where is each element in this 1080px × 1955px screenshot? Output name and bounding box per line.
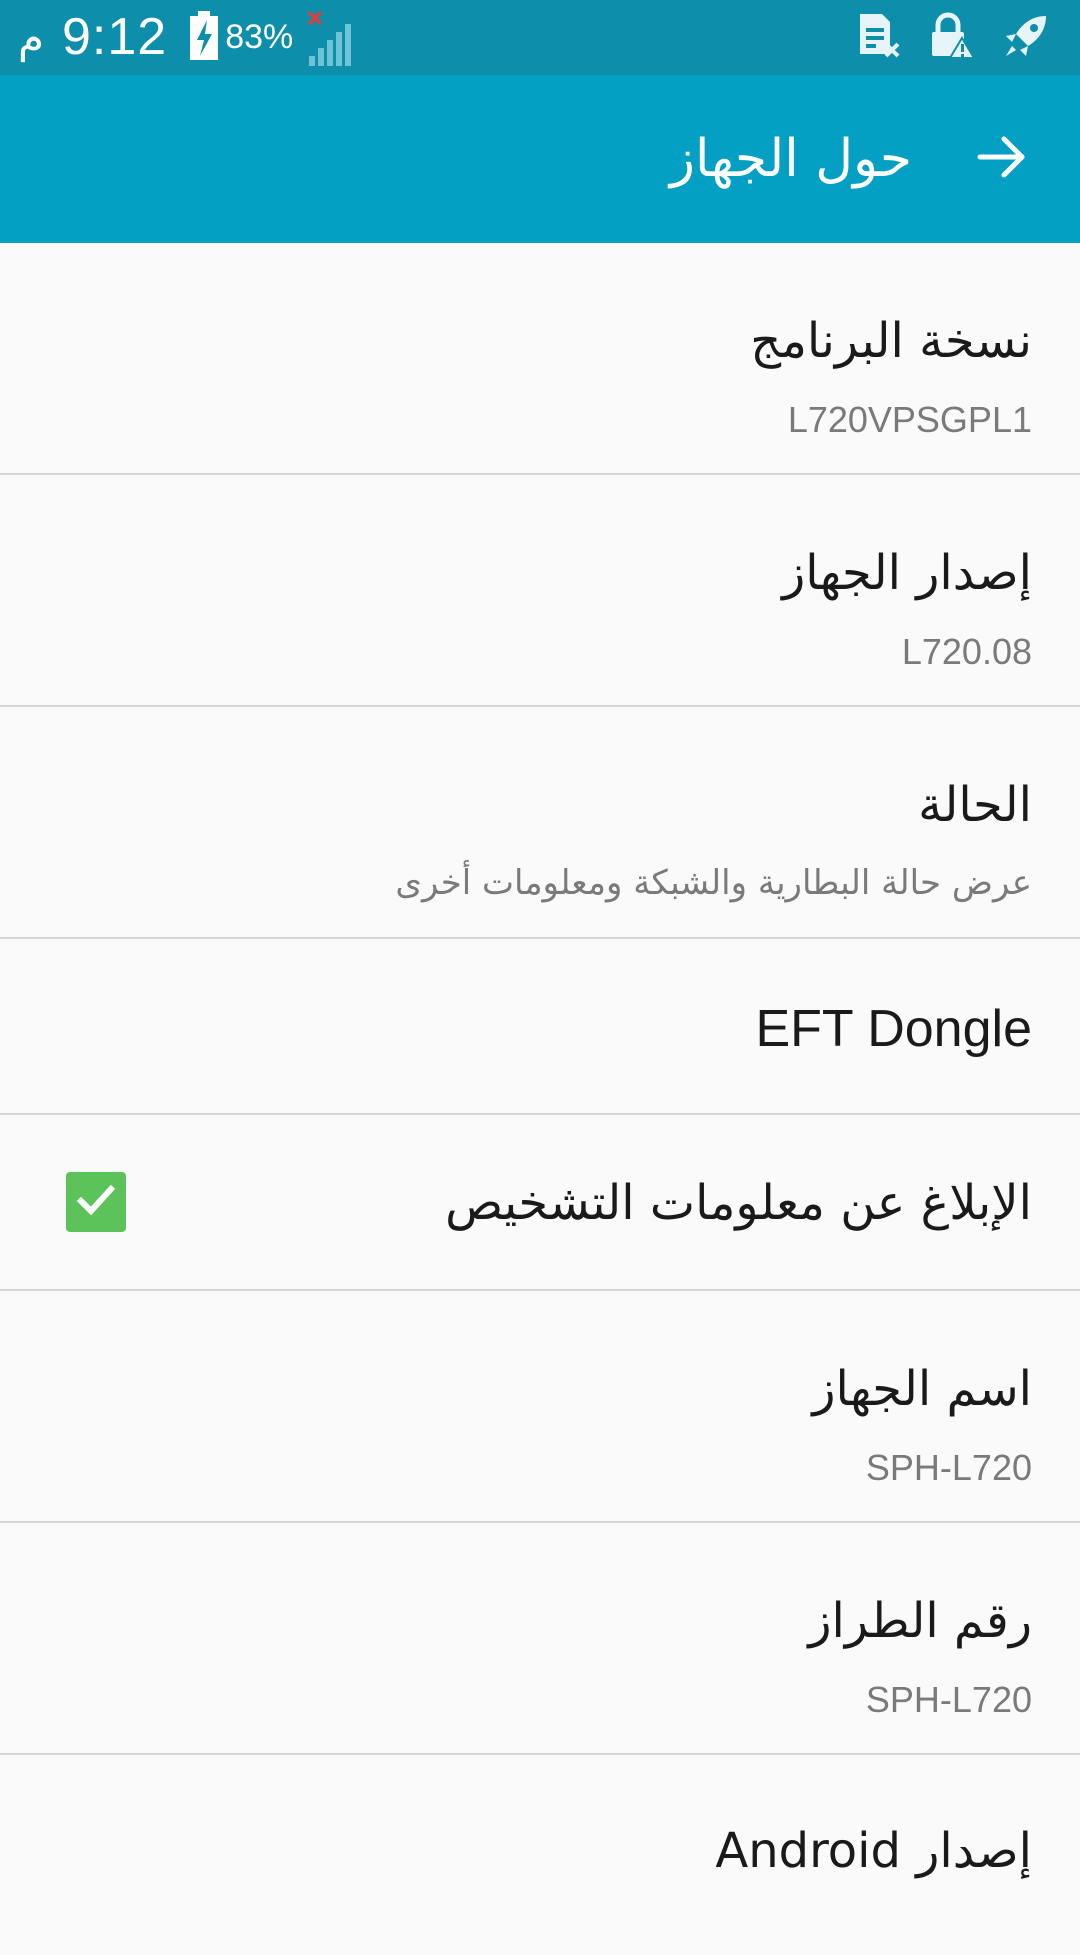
- item-subtitle: SPH-L720: [865, 1679, 1032, 1720]
- item-title: إصدار الجهاز: [782, 545, 1032, 601]
- item-title: EFT Dongle: [755, 1000, 1032, 1058]
- item-title: اسم الجهاز: [812, 1361, 1032, 1417]
- list-item-status[interactable]: الحالة عرض حالة البطارية والشبكة ومعلوما…: [0, 707, 1080, 939]
- app-bar: حول الجهاز: [0, 75, 1080, 243]
- item-subtitle: L720VPSGPL1: [787, 399, 1032, 440]
- item-title: الحالة: [918, 777, 1032, 833]
- sim-error-icon: [856, 12, 902, 64]
- lock-warning-icon: [928, 12, 976, 64]
- item-title: إصدار Android: [715, 1823, 1032, 1879]
- item-subtitle: عرض حالة البطارية والشبكة ومعلومات أخرى: [395, 863, 1032, 903]
- arrow-back-icon: [976, 131, 1028, 187]
- page-title: حول الجهاز: [669, 129, 912, 189]
- clock-ampm: م: [18, 14, 45, 61]
- item-title: الإبلاغ عن معلومات التشخيص: [445, 1175, 1032, 1231]
- back-button[interactable]: [972, 129, 1032, 189]
- list-item-eft-dongle[interactable]: EFT Dongle: [0, 939, 1080, 1115]
- signal-no-service-icon: [307, 8, 359, 68]
- battery-percent: 83%: [225, 18, 294, 56]
- rocket-icon: [1002, 12, 1050, 64]
- diagnostic-checkbox[interactable]: [66, 1172, 126, 1232]
- list-item-model-number[interactable]: رقم الطراز SPH-L720: [0, 1523, 1080, 1755]
- status-right-group: [856, 0, 1050, 75]
- list-item-hardware-version[interactable]: إصدار الجهاز L720.08: [0, 475, 1080, 707]
- item-subtitle: L720.08: [901, 631, 1032, 672]
- item-title: رقم الطراز: [808, 1593, 1032, 1649]
- status-bar: م 9:12 83%: [0, 0, 1080, 75]
- list-item-android-version[interactable]: إصدار Android: [0, 1755, 1080, 1955]
- settings-list: نسخة البرنامج L720VPSGPL1 إصدار الجهاز L…: [0, 243, 1080, 1955]
- battery-charging-icon: [189, 10, 219, 65]
- check-icon: [74, 1178, 118, 1226]
- battery-indicator: 83%: [189, 10, 294, 65]
- item-subtitle: SPH-L720: [865, 1447, 1032, 1488]
- list-item-device-name[interactable]: اسم الجهاز SPH-L720: [0, 1291, 1080, 1523]
- list-item-software-version[interactable]: نسخة البرنامج L720VPSGPL1: [0, 243, 1080, 475]
- list-item-diagnostic-reporting[interactable]: الإبلاغ عن معلومات التشخيص: [0, 1115, 1080, 1291]
- status-left-group: م 9:12 83%: [18, 0, 359, 75]
- clock-time: 9:12: [62, 8, 168, 66]
- clock: م 9:12: [18, 0, 167, 75]
- item-title: نسخة البرنامج: [750, 313, 1032, 369]
